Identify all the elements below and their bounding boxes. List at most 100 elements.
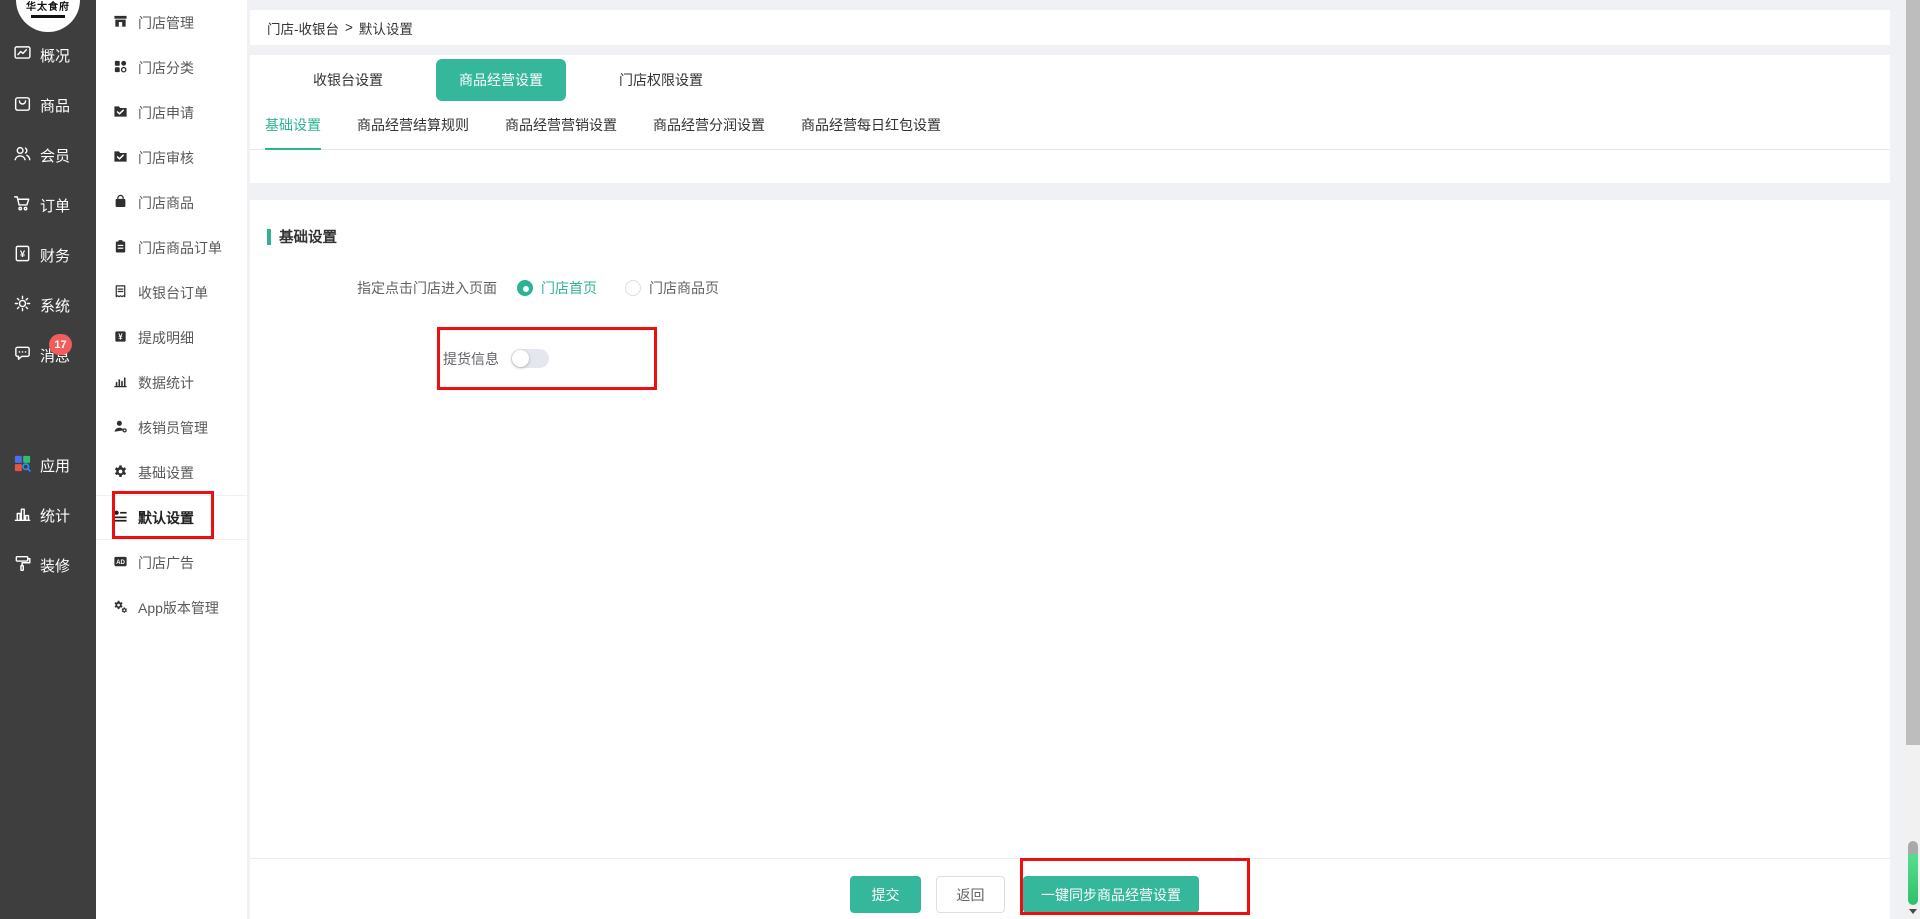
tab-cashier-settings[interactable]: 收银台设置	[290, 59, 406, 101]
folder-check-icon	[113, 104, 128, 122]
rail-item-goods[interactable]: 商品	[0, 80, 96, 130]
design-icon	[13, 554, 32, 577]
toggle-knob	[512, 350, 529, 367]
stats-line-icon	[113, 374, 128, 392]
radio-label: 门店首页	[541, 280, 597, 296]
tab-row: 收银台设置 商品经营设置 门店权限设置	[250, 55, 1890, 105]
rail-item-overview[interactable]: 概况	[0, 30, 96, 80]
orders-icon	[13, 194, 32, 217]
radio-store-homepage[interactable]: 门店首页	[517, 278, 597, 298]
settings-panel: 基础设置 指定点击门店进入页面 门店首页 门店商品页 提货信息 提交 返回 一键…	[250, 200, 1890, 919]
submenu-item-commission-details[interactable]: ¥ 提成明细	[96, 315, 247, 360]
rail-item-label: 系统	[40, 297, 71, 315]
pickup-info-toggle[interactable]	[511, 349, 549, 368]
submenu-item-store-goods[interactable]: 门店商品	[96, 180, 247, 225]
rail-item-finance[interactable]: ¥ 财务	[0, 230, 96, 280]
submenu-item-store-ads[interactable]: AD 门店广告	[96, 540, 247, 585]
category-icon	[113, 59, 128, 77]
breadcrumb-separator: >	[345, 20, 353, 35]
submenu-item-store-management[interactable]: 门店管理	[96, 0, 247, 45]
rail-item-messages[interactable]: 消息	[0, 330, 96, 380]
subtab-profit-sharing-settings[interactable]: 商品经营分润设置	[653, 115, 765, 150]
submenu-item-store-goods-orders[interactable]: 门店商品订单	[96, 225, 247, 270]
submenu-item-label: 门店审核	[138, 149, 194, 166]
rail-spacer	[0, 380, 96, 440]
entry-page-label: 指定点击门店进入页面	[357, 280, 497, 296]
rail-item-members[interactable]: 会员	[0, 130, 96, 180]
submenu-item-label: 门店商品	[138, 194, 194, 211]
pickup-info-label: 提货信息	[443, 350, 499, 367]
rail-item-apps[interactable]: 应用	[0, 440, 96, 490]
system-icon	[13, 294, 32, 317]
footer-action-bar: 提交 返回 一键同步商品经营设置	[250, 858, 1890, 919]
secondary-sidebar: 门店管理 门店分类 门店申请 门店审核 门店商品 门店商品订单 收银台订单 ¥ …	[96, 0, 247, 919]
breadcrumb: 门店-收银台 > 默认设置	[250, 10, 1890, 45]
rail-item-stats[interactable]: 统计	[0, 490, 96, 540]
submenu-item-store-review[interactable]: 门店审核	[96, 135, 247, 180]
submit-button[interactable]: 提交	[850, 876, 921, 913]
scrollbar-down-arrow-icon[interactable]	[1909, 909, 1917, 914]
scrollbar-green-thumb[interactable]	[1908, 841, 1918, 905]
rail-item-label: 概况	[40, 47, 71, 65]
store-icon	[113, 14, 128, 32]
tabs-panel: 收银台设置 商品经营设置 门店权限设置 基础设置 商品经营结算规则 商品经营营销…	[250, 55, 1890, 183]
vertical-scrollbar[interactable]	[1906, 0, 1920, 919]
submenu-item-label: 提成明细	[138, 329, 194, 346]
ad-icon: AD	[113, 554, 128, 572]
rail-item-label: 装修	[40, 557, 71, 575]
submenu-item-basic-settings[interactable]: 基础设置	[96, 450, 247, 495]
radio-label: 门店商品页	[649, 280, 719, 296]
submenu-item-label: 收银台订单	[138, 284, 208, 301]
apps-icon	[13, 454, 32, 477]
rail-item-label: 应用	[40, 457, 71, 475]
submenu-item-default-settings[interactable]: 默认设置	[96, 495, 247, 540]
logo-text: 华太食府	[26, 2, 70, 13]
submenu-item-verifier-management[interactable]: 核销员管理	[96, 405, 247, 450]
messages-icon	[13, 344, 32, 367]
stats-icon	[13, 504, 32, 527]
gear-icon	[113, 464, 128, 482]
subtab-settlement-rules[interactable]: 商品经营结算规则	[357, 115, 469, 150]
submenu-item-label: 数据统计	[138, 374, 194, 391]
scrollbar-thumb-cap	[1908, 841, 1918, 854]
submenu-item-label: 门店商品订单	[138, 239, 222, 256]
back-button[interactable]: 返回	[936, 876, 1005, 913]
clipboard-icon	[113, 239, 128, 257]
tab-goods-operation-settings[interactable]: 商品经营设置	[436, 59, 566, 101]
submenu-item-data-statistics[interactable]: 数据统计	[96, 360, 247, 405]
rail-item-label: 订单	[40, 197, 71, 215]
radio-unselected-icon[interactable]	[625, 280, 641, 296]
submenu-item-app-version[interactable]: App版本管理	[96, 585, 247, 630]
section-header: 基础设置	[267, 226, 337, 247]
commission-icon: ¥	[113, 329, 128, 347]
submenu-item-label: 默认设置	[138, 509, 194, 526]
section-title: 基础设置	[279, 230, 337, 246]
scrollbar-thumb[interactable]	[1906, 0, 1920, 745]
rail-item-system[interactable]: 系统	[0, 280, 96, 330]
submenu-item-cashier-orders[interactable]: 收银台订单	[96, 270, 247, 315]
radio-store-goods-page[interactable]: 门店商品页	[625, 278, 719, 298]
rail-item-design[interactable]: 装修	[0, 540, 96, 590]
svg-text:¥: ¥	[20, 248, 26, 259]
members-icon	[13, 144, 32, 167]
svg-text:¥: ¥	[118, 332, 123, 341]
radio-selected-icon[interactable]	[517, 280, 533, 296]
sync-goods-settings-button[interactable]: 一键同步商品经营设置	[1023, 876, 1199, 913]
entry-page-radio-group: 门店首页 门店商品页	[517, 278, 719, 298]
rail-item-orders[interactable]: 订单	[0, 180, 96, 230]
breadcrumb-parent[interactable]: 门店-收银台	[267, 18, 339, 38]
subtab-daily-redpacket-settings[interactable]: 商品经营每日红包设置	[801, 115, 941, 150]
folder-check-icon	[113, 149, 128, 167]
subtab-marketing-settings[interactable]: 商品经营营销设置	[505, 115, 617, 150]
default-settings-icon	[113, 509, 128, 527]
submenu-item-label: 核销员管理	[138, 419, 208, 436]
submenu-item-store-category[interactable]: 门店分类	[96, 45, 247, 90]
tab-store-permission-settings[interactable]: 门店权限设置	[596, 59, 726, 101]
submenu-item-store-application[interactable]: 门店申请	[96, 90, 247, 135]
primary-sidebar: 华太食府 概况 商品 会员 订单 ¥ 财务 系统 消息 应用 统计 装修 17	[0, 0, 96, 919]
finance-icon: ¥	[13, 244, 32, 267]
main-content: 门店-收银台 > 默认设置 收银台设置 商品经营设置 门店权限设置 基础设置 商…	[247, 0, 1890, 919]
verifier-icon	[113, 419, 128, 437]
submenu-item-label: 门店分类	[138, 59, 194, 76]
subtab-basic-settings[interactable]: 基础设置	[265, 115, 321, 150]
